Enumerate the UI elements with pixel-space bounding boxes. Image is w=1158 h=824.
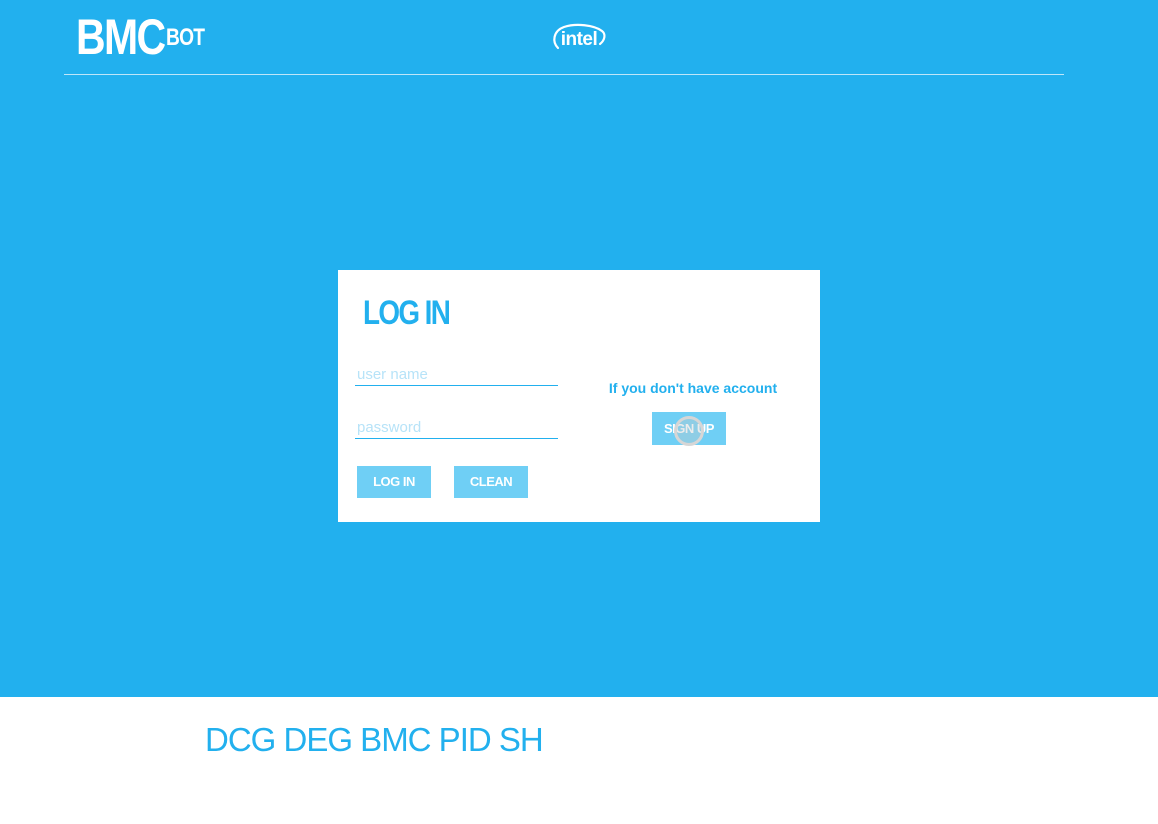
register-prompt: If you don't have account	[608, 380, 778, 396]
login-card: LOG IN LOG IN CLEAN If you don't have ac…	[338, 270, 820, 522]
header: BMC BOT intel	[64, 0, 1064, 75]
login-title: LOG IN	[363, 294, 451, 332]
logo-main-text: BMC	[76, 9, 166, 65]
main-area: BMC BOT intel LOG IN LOG IN CLEAN If you…	[0, 0, 1158, 697]
bmcbot-logo[interactable]: BMC BOT	[76, 9, 205, 65]
password-input[interactable]	[355, 416, 558, 439]
logo-sub-text: BOT	[166, 24, 205, 51]
login-button[interactable]: LOG IN	[357, 466, 431, 498]
footer-text: DCG DEG BMC PID SH	[205, 721, 544, 758]
clean-button[interactable]: CLEAN	[454, 466, 528, 498]
page: BMC BOT intel LOG IN LOG IN CLEAN If you…	[0, 0, 1158, 824]
click-cursor-icon	[674, 416, 704, 446]
intel-logo-text: intel	[560, 29, 598, 50]
footer: DCG DEG BMC PID SH	[0, 697, 1158, 824]
username-input[interactable]	[355, 363, 558, 386]
intel-logo: intel	[550, 22, 608, 56]
